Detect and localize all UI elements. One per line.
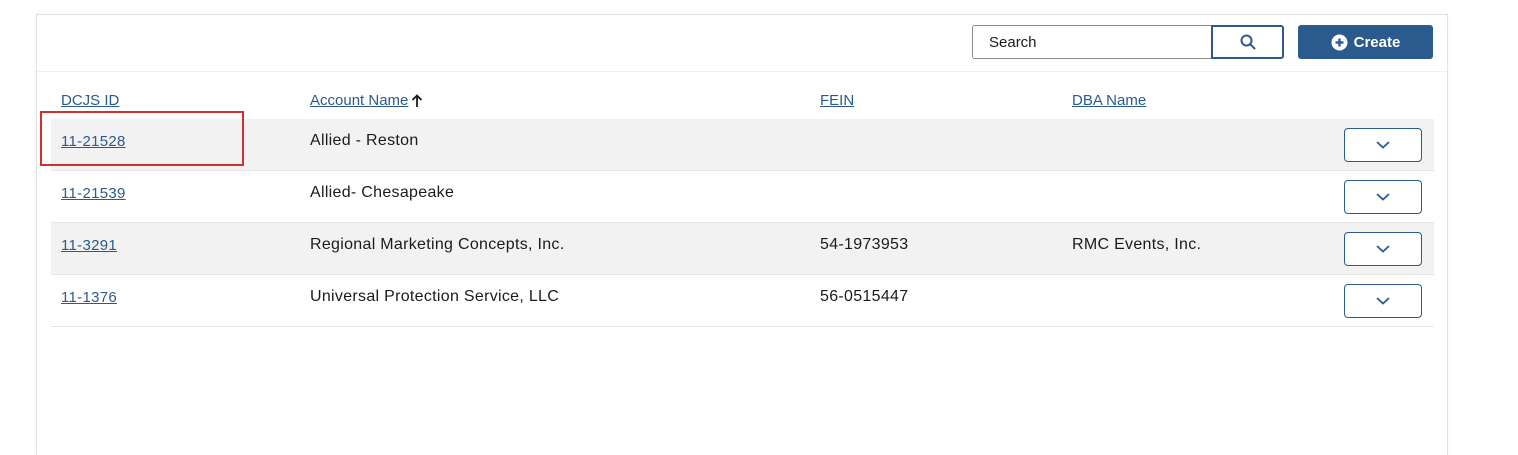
account-name-cell: Regional Marketing Concepts, Inc. [310,236,565,253]
search-button[interactable] [1211,25,1284,59]
chevron-down-icon [1376,245,1390,253]
accounts-table: DCJS ID Account Name FEIN DBA Name 11-21… [51,81,1434,327]
fein-cell: 56-0515447 [820,288,909,305]
table-row: 11-1376 Universal Protection Service, LL… [51,275,1434,327]
account-name-cell: Allied- Chesapeake [310,184,455,201]
column-header-account-name-label: Account Name [310,92,409,109]
create-button-label: Create [1353,33,1401,51]
dba-name-cell: RMC Events, Inc. [1072,236,1202,253]
column-header-fein[interactable]: FEIN [820,92,854,109]
plus-circle-icon [1331,34,1348,51]
row-expand-button[interactable] [1344,284,1422,318]
dcjs-id-link[interactable]: 11-3291 [61,237,117,254]
row-expand-button[interactable] [1344,232,1422,266]
column-header-account-name[interactable]: Account Name [310,92,423,109]
table-row: 11-3291 Regional Marketing Concepts, Inc… [51,223,1434,275]
table-header: DCJS ID Account Name FEIN DBA Name [51,81,1434,119]
fein-cell: 54-1973953 [820,236,909,253]
table-row: 11-21528 Allied - Reston [51,119,1434,171]
row-expand-button[interactable] [1344,128,1422,162]
dcjs-id-link[interactable]: 11-1376 [61,289,117,306]
column-header-dba-name[interactable]: DBA Name [1072,92,1146,109]
chevron-down-icon [1376,297,1390,305]
column-header-dcjs-id[interactable]: DCJS ID [61,92,119,109]
accounts-panel: Create DCJS ID Account Name FEIN DBA Nam… [36,14,1448,455]
account-name-cell: Allied - Reston [310,132,419,149]
toolbar: Create [37,15,1447,72]
create-button[interactable]: Create [1298,25,1433,59]
dcjs-id-link[interactable]: 11-21528 [61,133,126,150]
account-name-cell: Universal Protection Service, LLC [310,288,560,305]
arrow-up-icon [411,93,423,108]
chevron-down-icon [1376,141,1390,149]
dcjs-id-link[interactable]: 11-21539 [61,185,126,202]
table-row: 11-21539 Allied- Chesapeake [51,171,1434,223]
search-box [972,25,1284,59]
row-expand-button[interactable] [1344,180,1422,214]
chevron-down-icon [1376,193,1390,201]
search-icon [1240,34,1256,50]
search-input[interactable] [972,25,1212,59]
